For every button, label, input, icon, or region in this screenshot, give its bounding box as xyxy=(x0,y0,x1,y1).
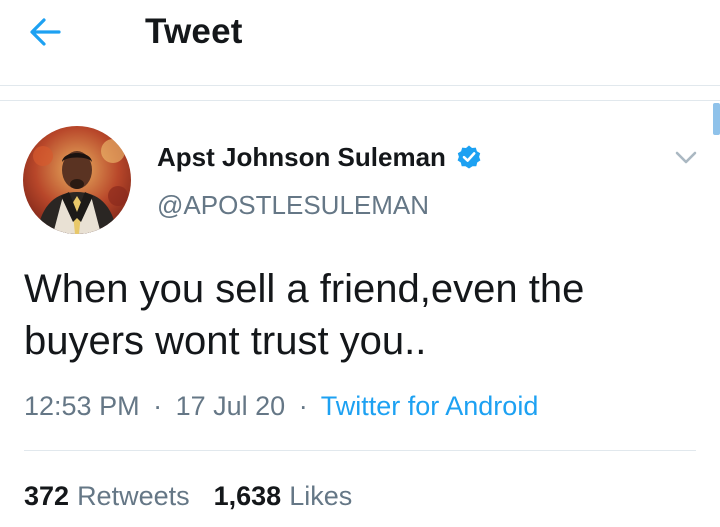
likes-label: Likes xyxy=(289,481,353,511)
likes-stat[interactable]: 1,638 Likes xyxy=(214,478,353,514)
avatar-image xyxy=(23,126,131,234)
scrollbar[interactable] xyxy=(713,103,720,135)
divider xyxy=(24,450,696,451)
tweet-options-button[interactable] xyxy=(672,143,700,171)
meta-separator: · xyxy=(298,391,308,421)
tweet-date: 17 Jul 20 xyxy=(175,391,286,421)
author-name-row[interactable]: Apst Johnson Suleman xyxy=(157,140,482,174)
author-display-name[interactable]: Apst Johnson Suleman xyxy=(157,141,446,173)
tweet-meta: 12:53 PM · 17 Jul 20 · Twitter for Andro… xyxy=(24,388,538,424)
retweets-stat[interactable]: 372 Retweets xyxy=(24,478,190,514)
divider xyxy=(0,100,720,101)
tweet-stats: 372 Retweets 1,638 Likes xyxy=(24,478,352,514)
back-button[interactable] xyxy=(28,12,84,52)
arrow-left-icon xyxy=(30,18,61,46)
avatar[interactable] xyxy=(23,126,131,234)
top-app-bar: Tweet xyxy=(0,0,720,86)
page-title: Tweet xyxy=(145,12,243,51)
retweets-count: 372 xyxy=(24,481,70,511)
chevron-down-icon xyxy=(675,151,697,164)
tweet-text: When you sell a friend,even the buyers w… xyxy=(24,267,585,363)
tweet-time: 12:53 PM xyxy=(24,391,140,421)
author-handle[interactable]: @APOSTLESULEMAN xyxy=(157,188,429,222)
tweet-source-link[interactable]: Twitter for Android xyxy=(321,391,539,421)
meta-separator: · xyxy=(153,391,163,421)
likes-count: 1,638 xyxy=(213,481,282,511)
verified-badge-icon xyxy=(457,145,481,169)
retweets-label: Retweets xyxy=(77,481,190,511)
